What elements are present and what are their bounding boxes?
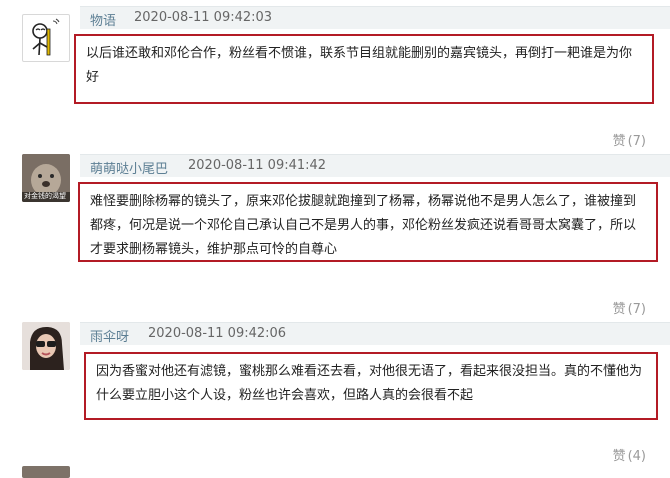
comment-text: 以后谁还敢和邓伦合作，粉丝看不惯谁，联系节目组就能删别的嘉宾镜头，再倒打一耙谁是… [86,46,633,85]
comment-meta: 萌萌哒小尾巴 2020-08-11 09:41:42 [80,154,670,177]
comment-text: 因为香蜜对他还有滤镜，蜜桃那么难看还去看，对他很无语了，看起来很没担当。真的不懂… [96,364,643,403]
avatar[interactable] [22,14,70,62]
comment-text-box: 因为香蜜对他还有滤镜，蜜桃那么难看还去看，对他很无语了，看起来很没担当。真的不懂… [84,352,658,420]
avatar-caption: 对金钱的渴望 [24,192,66,200]
timestamp: 2020-08-11 09:41:42 [188,158,327,173]
comment-text: 难怪要删除杨幂的镜头了，原来邓伦拔腿就跑撞到了杨幂，杨幂说他不是男人怎么了，谁被… [90,194,637,257]
like-button[interactable]: 赞 (7) [613,298,646,317]
timestamp: 2020-08-11 09:42:06 [148,326,287,341]
like-count: (4) [627,449,646,464]
comment-text-box: 以后谁还敢和邓伦合作，粉丝看不惯谁，联系节目组就能删别的嘉宾镜头，再倒打一耙谁是… [74,34,654,104]
sketch-figure-icon [32,18,60,56]
username[interactable]: 物语 [90,10,116,29]
timestamp: 2020-08-11 09:42:03 [134,10,273,25]
comment-meta: 雨伞呀 2020-08-11 09:42:06 [80,322,670,345]
username[interactable]: 萌萌哒小尾巴 [90,158,168,177]
next-comment-avatar[interactable] [22,466,70,478]
like-button[interactable]: 赞 (7) [613,130,646,149]
username[interactable]: 雨伞呀 [90,326,129,345]
avatar[interactable] [22,322,70,370]
comment-meta: 物语 2020-08-11 09:42:03 [80,6,670,29]
like-label: 赞 [612,134,626,149]
like-label: 赞 [612,449,626,464]
like-label: 赞 [612,302,626,317]
like-count: (7) [627,302,646,317]
comment-text-box: 难怪要删除杨幂的镜头了，原来邓伦拔腿就跑撞到了杨幂，杨幂说他不是男人怎么了，谁被… [78,182,658,262]
like-button[interactable]: 赞 (4) [613,445,646,464]
woman-photo-icon [22,322,70,370]
like-count: (7) [627,134,646,149]
avatar[interactable]: 对金钱的渴望 [22,154,70,202]
